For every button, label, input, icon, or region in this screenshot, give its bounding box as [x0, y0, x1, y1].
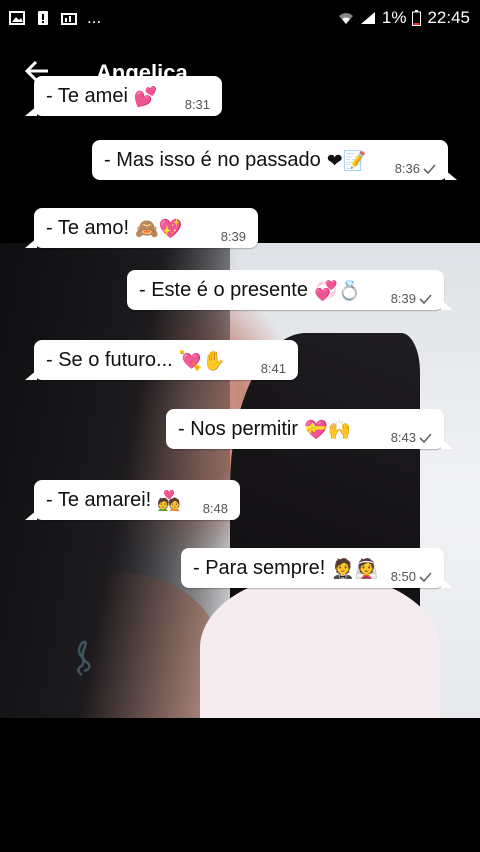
message-meta: 8:43	[391, 430, 432, 445]
treble-clef-tattoo	[77, 640, 91, 677]
message-time: 8:43	[390, 430, 416, 445]
message-bubble[interactable]: - Te amarei! 💑 8:48	[25, 480, 240, 520]
message-meta: 8:39	[391, 291, 432, 306]
message-text: - Nos permitir	[178, 417, 299, 440]
message-time: 8:36	[394, 161, 420, 176]
gallery-icon	[9, 11, 25, 25]
message-time: 8:39	[220, 229, 246, 244]
message-bubble[interactable]: - Nos permitir 💝🙌 8:43	[166, 409, 453, 449]
emoji: 💞💍	[313, 279, 362, 302]
message-meta: 8:39	[221, 229, 246, 244]
status-bar: ... 1% 22:45	[0, 0, 480, 36]
message-time: 8:31	[184, 97, 210, 112]
stats-icon	[61, 13, 77, 25]
battery-percent: 1%	[381, 8, 407, 27]
message-text: - Para sempre!	[193, 556, 326, 579]
message-bubble[interactable]: - Te amo! 🙈💖 8:39	[25, 208, 258, 248]
message-time: 8:41	[260, 361, 286, 376]
message-meta: 8:48	[203, 501, 228, 516]
emoji: ❤📝	[326, 149, 367, 172]
emoji: 💝🙌	[304, 418, 352, 441]
emoji: 🙈💖	[135, 217, 183, 240]
sent-check-icon	[419, 293, 432, 304]
message-time: 8:50	[390, 569, 416, 584]
clock: 22:45	[427, 8, 470, 27]
message-meta: 8:31	[185, 97, 210, 112]
message-meta: 8:36	[395, 161, 436, 176]
emoji: 🤵👰	[331, 557, 379, 580]
message-bubble[interactable]: - Para sempre! 🤵👰 8:50	[181, 548, 453, 588]
emoji: 💘✋	[178, 349, 227, 372]
signal-icon	[360, 12, 375, 24]
sent-check-icon	[419, 432, 432, 443]
battery-icon	[412, 10, 422, 26]
alert-icon	[38, 11, 48, 25]
message-text: - Este é o presente	[139, 278, 308, 301]
message-text: - Te amarei!	[46, 488, 152, 511]
emoji: 💕	[133, 85, 158, 108]
message-meta: 8:50	[391, 569, 432, 584]
message-text: - Se o futuro...	[46, 348, 173, 371]
emoji: 💑	[157, 489, 181, 512]
message-bubble[interactable]: - Este é o presente 💞💍 8:39	[127, 270, 453, 310]
sent-check-icon	[419, 571, 432, 582]
sent-check-icon	[423, 163, 436, 174]
dress	[200, 573, 440, 718]
message-text: - Te amei	[46, 84, 128, 107]
wifi-icon	[338, 13, 353, 24]
message-meta: 8:41	[261, 361, 286, 376]
message-bubble[interactable]: - Se o futuro... 💘✋ 8:41	[25, 340, 298, 380]
message-bubble[interactable]: - Te amei 💕 8:31	[25, 76, 222, 116]
message-time: 8:48	[202, 501, 228, 516]
message-text: - Mas isso é no passado	[104, 148, 321, 171]
message-text: - Te amo!	[46, 216, 129, 239]
more-notifications: ...	[87, 8, 102, 27]
message-bubble[interactable]: - Mas isso é no passado ❤📝 8:36	[92, 140, 457, 180]
message-time: 8:39	[390, 291, 416, 306]
